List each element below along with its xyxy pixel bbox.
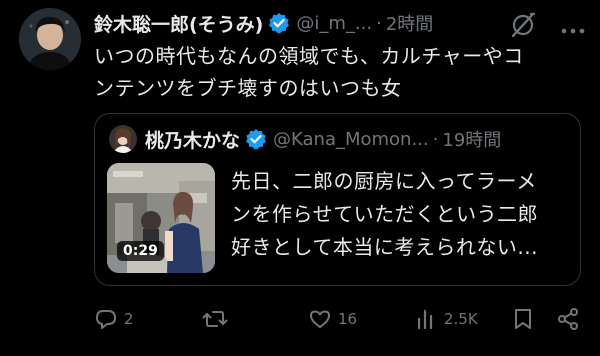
share-button[interactable]	[556, 304, 580, 334]
bookmark-icon	[512, 307, 534, 331]
quoted-timestamp[interactable]: 19時間	[442, 126, 501, 152]
timestamp[interactable]: 2時間	[386, 10, 433, 36]
tweet-text-line: ンテンツをブチ壊すのはいつも女	[94, 76, 402, 100]
quoted-avatar[interactable]	[109, 125, 137, 153]
tweet-text-line: いつの時代もなんの領域でも、カルチャーやコ	[94, 44, 524, 68]
quoted-handle[interactable]: @Kana_Momon...	[273, 129, 429, 150]
video-thumbnail[interactable]: 0:29	[107, 163, 215, 273]
quoted-tweet-header: 桃乃木かな @Kana_Momon... · 19時間	[109, 124, 501, 154]
reply-icon	[94, 307, 118, 331]
handle[interactable]: @i_m_...	[296, 13, 372, 34]
bookmark-button[interactable]	[512, 304, 534, 334]
tweet[interactable]: 鈴木聡一郎(そうみ) @i_m_... · 2時間 いつの時代もなんの領域でも、…	[0, 0, 600, 356]
tweet-header: 鈴木聡一郎(そうみ) @i_m_... · 2時間	[94, 8, 433, 38]
tweet-text: いつの時代もなんの領域でも、カルチャーやコ ンテンツをブチ壊すのはいつも女	[94, 40, 584, 104]
repost-button[interactable]	[202, 304, 234, 334]
views-button[interactable]: 2.5K	[416, 304, 478, 334]
quoted-tweet[interactable]: 桃乃木かな @Kana_Momon... · 19時間 0:29 先日、二郎の厨…	[94, 113, 581, 286]
quoted-text-line: ンを作らせていただくという二郎	[231, 202, 539, 226]
grok-icon[interactable]	[510, 12, 536, 38]
avatar[interactable]	[19, 8, 81, 70]
views-count: 2.5K	[444, 310, 478, 328]
video-duration: 0:29	[117, 241, 164, 261]
like-button[interactable]: 16	[308, 304, 357, 334]
display-name[interactable]: 鈴木聡一郎(そうみ)	[94, 10, 263, 37]
reply-count: 2	[124, 310, 134, 328]
quoted-text-line: 先日、二郎の厨房に入ってラーメ	[231, 169, 537, 193]
share-icon	[556, 307, 580, 331]
more-icon[interactable]	[561, 20, 585, 34]
heart-icon	[308, 307, 332, 331]
verified-badge-icon	[245, 128, 267, 150]
action-bar: 2 16 2.5K	[94, 304, 584, 334]
verified-badge-icon	[268, 12, 290, 34]
reply-button[interactable]: 2	[94, 304, 134, 334]
views-icon	[416, 307, 438, 331]
quoted-tweet-text: 先日、二郎の厨房に入ってラーメ ンを作らせていただくという二郎 好きとして本当に…	[231, 165, 569, 264]
quoted-text-line: 好きとして本当に考えられない...	[231, 235, 538, 259]
separator-dot: ·	[432, 128, 439, 150]
repost-icon	[202, 307, 228, 331]
separator-dot: ·	[376, 12, 382, 34]
like-count: 16	[338, 310, 358, 328]
quoted-display-name[interactable]: 桃乃木かな	[145, 126, 240, 153]
